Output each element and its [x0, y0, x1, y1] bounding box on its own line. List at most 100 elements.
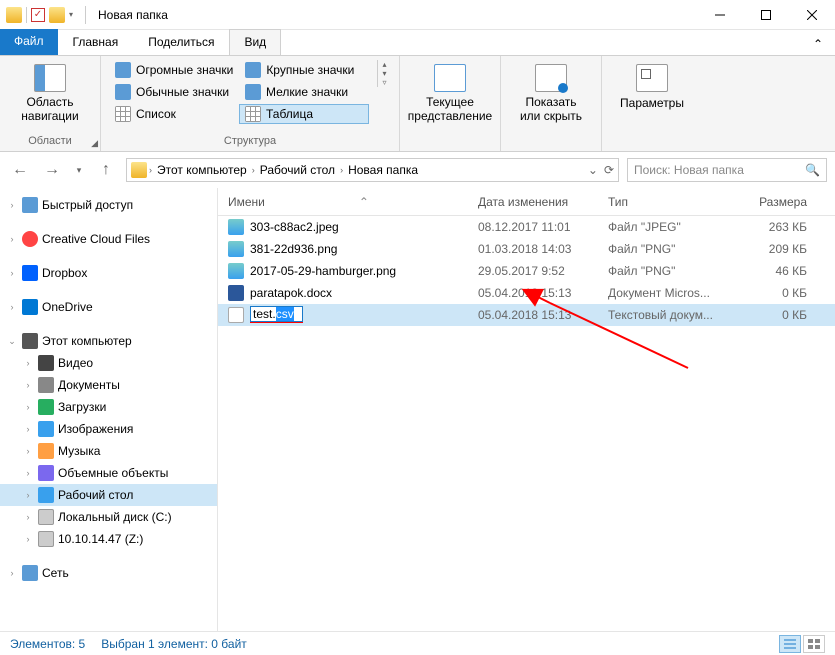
tree-c-drive[interactable]: ›Локальный диск (C:) — [0, 506, 217, 528]
tree-documents[interactable]: ›Документы — [0, 374, 217, 396]
nav-pane-button[interactable]: Область навигации — [8, 60, 92, 124]
file-cell-type: Текстовый докум... — [598, 308, 724, 322]
file-cell-type: Документ Micros... — [598, 286, 724, 300]
rename-selection: csv — [276, 307, 294, 321]
tree-downloads[interactable]: ›Загрузки — [0, 396, 217, 418]
dropbox-icon — [22, 265, 38, 281]
qat-divider — [26, 7, 27, 23]
view-details-button[interactable] — [779, 635, 801, 653]
ribbon-group-current-view: Текущее представление — [400, 56, 501, 151]
tree-z-drive[interactable]: ›10.10.14.47 (Z:) — [0, 528, 217, 550]
nav-back-button[interactable]: ← — [8, 158, 32, 182]
desktop-icon — [38, 487, 54, 503]
tree-video[interactable]: ›Видео — [0, 352, 217, 374]
tree-music[interactable]: ›Музыка — [0, 440, 217, 462]
collapse-ribbon-icon[interactable]: ⌃ — [809, 33, 827, 55]
minimize-button[interactable] — [697, 0, 743, 30]
file-cell-size: 209 КБ — [724, 242, 835, 256]
file-cell-date: 05.04.2018 15:13 — [468, 308, 598, 322]
nav-history-dropdown[interactable]: ▾ — [72, 158, 86, 182]
sort-asc-icon: ⌃ — [359, 195, 369, 209]
file-row[interactable]: 2017-05-29-hamburger.png29.05.2017 9:52Ф… — [218, 260, 835, 282]
file-cell-date: 05.04.2018 15:13 — [468, 286, 598, 300]
objects-icon — [38, 465, 54, 481]
layout-list[interactable]: Список — [109, 104, 239, 124]
tree-quick-access[interactable]: ›Быстрый доступ — [0, 194, 217, 216]
layout-huge[interactable]: Огромные значки — [109, 60, 239, 80]
chevron-right-icon[interactable]: › — [252, 165, 255, 175]
pictures-icon — [38, 421, 54, 437]
col-date[interactable]: Дата изменения — [468, 195, 598, 209]
nav-up-button[interactable]: ↑ — [94, 158, 118, 182]
layout-scroll[interactable]: ▴▾▿ — [377, 60, 391, 87]
file-row[interactable]: 303-c88ac2.jpeg08.12.2017 11:01Файл "JPE… — [218, 216, 835, 238]
file-cell-type: Файл "JPEG" — [598, 220, 724, 234]
address-bar[interactable]: › Этот компьютер › Рабочий стол › Новая … — [126, 158, 619, 182]
new-folder-icon[interactable] — [49, 7, 65, 23]
tab-home[interactable]: Главная — [58, 29, 134, 55]
current-view-button[interactable]: Текущее представление — [408, 60, 492, 124]
star-icon — [22, 197, 38, 213]
cc-icon — [22, 231, 38, 247]
file-name: 2017-05-29-hamburger.png — [250, 264, 396, 278]
file-row-editing[interactable]: test.csv 05.04.2018 15:13 Текстовый доку… — [218, 304, 835, 326]
view-icons-button[interactable] — [803, 635, 825, 653]
properties-icon[interactable]: ✓ — [31, 8, 45, 22]
address-dropdown-icon[interactable]: ⌄ — [588, 163, 598, 177]
file-cell-date: 29.05.2017 9:52 — [468, 264, 598, 278]
file-row[interactable]: 381-22d936.png01.03.2018 14:03Файл "PNG"… — [218, 238, 835, 260]
ribbon-group-show-hide: Показать или скрыть — [501, 56, 602, 151]
layout-table[interactable]: Таблица — [239, 104, 369, 124]
col-name[interactable]: Имени⌃ — [218, 195, 468, 209]
tree-this-pc[interactable]: ⌄Этот компьютер — [0, 330, 217, 352]
options-icon — [636, 64, 668, 92]
col-size[interactable]: Размера — [724, 195, 835, 209]
file-tab[interactable]: Файл — [0, 29, 58, 55]
qat-dropdown-icon[interactable]: ▾ — [69, 10, 73, 19]
show-hide-icon — [535, 64, 567, 92]
show-hide-button[interactable]: Показать или скрыть — [509, 60, 593, 124]
file-cell-size: 46 КБ — [724, 264, 835, 278]
options-label: Параметры — [620, 96, 684, 110]
file-cell-size: 263 КБ — [724, 220, 835, 234]
chevron-right-icon[interactable]: › — [149, 165, 152, 175]
col-type[interactable]: Тип — [598, 195, 724, 209]
search-input[interactable]: Поиск: Новая папка 🔍 — [627, 158, 827, 182]
maximize-button[interactable] — [743, 0, 789, 30]
rename-input[interactable]: test.csv — [250, 306, 303, 322]
minimize-icon — [715, 10, 725, 20]
file-icon — [228, 263, 244, 279]
chevron-right-icon[interactable]: › — [340, 165, 343, 175]
layout-small[interactable]: Мелкие значки — [239, 82, 369, 102]
close-button[interactable] — [789, 0, 835, 30]
file-icon — [228, 219, 244, 235]
folder-icon — [6, 7, 22, 23]
tree-pictures[interactable]: ›Изображения — [0, 418, 217, 440]
tree-creative-cloud[interactable]: ›Creative Cloud Files — [0, 228, 217, 250]
show-hide-label: Показать или скрыть — [520, 96, 582, 124]
layout-large[interactable]: Крупные значки — [239, 60, 369, 80]
tree-onedrive[interactable]: ›OneDrive — [0, 296, 217, 318]
breadcrumb-desktop[interactable]: Рабочий стол — [257, 163, 338, 177]
breadcrumb-pc[interactable]: Этот компьютер — [154, 163, 250, 177]
file-row[interactable]: paratapok.docx05.04.2018 15:13Документ M… — [218, 282, 835, 304]
tab-share[interactable]: Поделиться — [133, 29, 229, 55]
tree-desktop[interactable]: ›Рабочий стол — [0, 484, 217, 506]
options-button[interactable]: Параметры — [610, 60, 694, 110]
nav-forward-button[interactable]: → — [40, 158, 64, 182]
tree-dropbox[interactable]: ›Dropbox — [0, 262, 217, 284]
network-icon — [22, 565, 38, 581]
tab-view[interactable]: Вид — [229, 29, 281, 55]
tree-3d-objects[interactable]: ›Объемные объекты — [0, 462, 217, 484]
file-cell-type: Файл "PNG" — [598, 242, 724, 256]
layout-normal[interactable]: Обычные значки — [109, 82, 239, 102]
file-cell-size: 0 КБ — [724, 286, 835, 300]
corner-expand-icon[interactable]: ◢ — [91, 138, 98, 149]
title-separator — [85, 6, 86, 24]
tree-network[interactable]: ›Сеть — [0, 562, 217, 584]
nav-pane-label: Область навигации — [21, 96, 78, 124]
search-icon[interactable]: 🔍 — [805, 163, 820, 177]
downloads-icon — [38, 399, 54, 415]
refresh-icon[interactable]: ⟳ — [604, 163, 614, 177]
breadcrumb-folder[interactable]: Новая папка — [345, 163, 421, 177]
